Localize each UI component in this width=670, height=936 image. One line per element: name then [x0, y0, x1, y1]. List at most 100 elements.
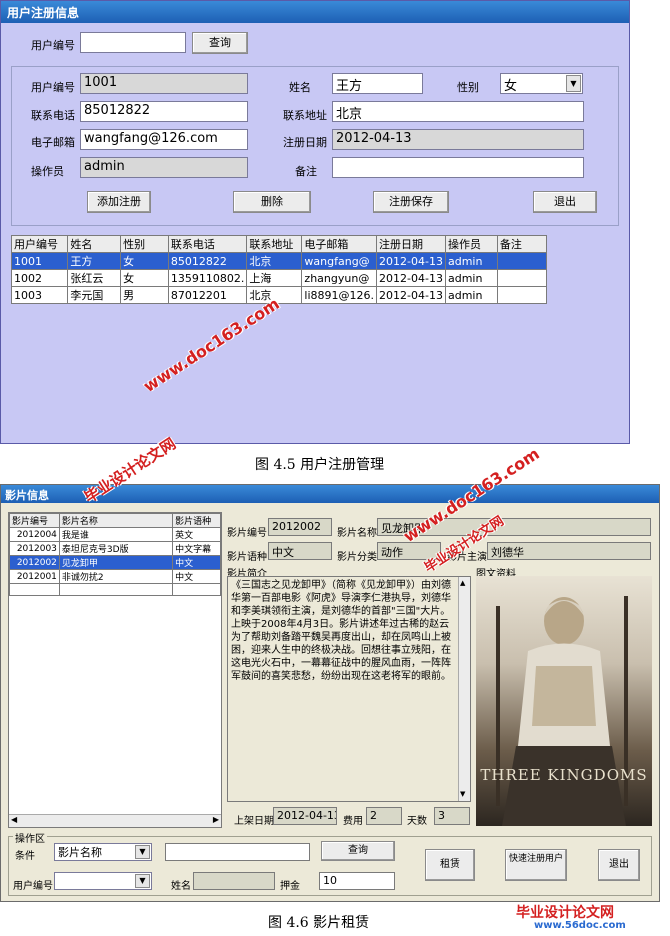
lead-actor-field[interactable]: 刘德华 [487, 542, 651, 560]
list-cell: 2012002 [9, 555, 60, 570]
user-id-select[interactable]: ▼ [54, 872, 152, 890]
gender-select[interactable]: 女 ▼ [500, 73, 583, 94]
column-header[interactable]: 影片编号 [9, 513, 60, 528]
column-header[interactable]: 性别 [120, 235, 169, 253]
fee-field[interactable]: 2 [366, 807, 402, 825]
list-cell: 2012001 [9, 569, 60, 584]
column-header[interactable]: 影片语种 [172, 513, 221, 528]
search-user-id-input[interactable] [80, 32, 186, 53]
column-header[interactable]: 备注 [496, 235, 548, 253]
column-header[interactable]: 影片名称 [58, 513, 174, 528]
language-field[interactable]: 中文 [268, 542, 332, 560]
logo-url: www.56doc.com [534, 920, 626, 931]
list-cell: 泰坦尼克号3D版 [58, 541, 174, 556]
name-field[interactable]: 王方 [332, 73, 423, 94]
regdate-label: 注册日期 [283, 136, 327, 149]
horizontal-scrollbar[interactable]: ◀ ▶ [9, 814, 221, 827]
condition-select[interactable]: 影片名称 ▼ [54, 843, 152, 861]
table-row[interactable]: 1002 张红云女 1359110802. 上海 zhangyun@ 2012-04-13… [10, 269, 548, 287]
name-field[interactable] [193, 872, 275, 890]
column-header[interactable]: 操作员 [444, 235, 498, 253]
intro-textarea[interactable]: 《三国志之见龙卸甲》（简称《见龙卸甲》）由刘德华第一百部电影《阿虎》导演李仁港执… [227, 576, 471, 802]
scroll-left-icon[interactable]: ◀ [11, 815, 17, 824]
movie-poster-image: THREE KINGDOMS [476, 576, 652, 826]
gender-label: 性别 [457, 81, 479, 94]
user-id-field[interactable]: 1001 [80, 73, 248, 94]
search-button[interactable]: 查询 [192, 32, 248, 54]
scroll-up-icon[interactable]: ▲ [460, 577, 465, 590]
rent-button[interactable]: 租赁 [425, 849, 475, 881]
vertical-scrollbar[interactable]: ▲ ▼ [458, 577, 470, 801]
list-cell: 中文字幕 [172, 541, 221, 556]
table-cell: wangfang@ [301, 252, 378, 270]
column-header[interactable]: 联系电话 [167, 235, 248, 253]
condition-input[interactable] [165, 843, 310, 861]
delete-button[interactable]: 删除 [233, 191, 311, 213]
table-cell: admin [444, 269, 498, 287]
table-cell: 87012201 [167, 286, 248, 304]
list-item-empty[interactable] [9, 583, 221, 596]
condition-value: 影片名称 [58, 846, 102, 859]
column-header[interactable]: 联系地址 [246, 235, 303, 253]
days-field[interactable]: 3 [434, 807, 470, 825]
film-rental-window: 影片信息 影片编号 影片名称 影片语种 2012004 我是谁 英文 2012003 泰坦尼… [0, 484, 660, 902]
user-id-label: 用户编号 [31, 81, 75, 94]
chevron-down-icon[interactable]: ▼ [135, 874, 150, 888]
deposit-field[interactable]: 10 [319, 872, 395, 890]
email-field[interactable]: wangfang@126.com [80, 129, 248, 150]
table-cell: 1003 [10, 286, 69, 304]
list-item[interactable]: 2012002 见龙卸甲 中文 [9, 555, 221, 570]
column-header[interactable]: 用户编号 [10, 235, 69, 253]
search-user-id-label: 用户编号 [31, 39, 75, 52]
table-row[interactable]: 1001 王方女 85012822 北京 wangfang@ 2012-04-13 admi… [10, 252, 548, 270]
scroll-right-icon[interactable]: ▶ [213, 815, 219, 824]
operator-field[interactable]: admin [80, 157, 248, 178]
film-list-panel[interactable]: 影片编号 影片名称 影片语种 2012004 我是谁 英文 2012003 泰坦尼克号3D版… [8, 512, 222, 828]
shelf-date-label: 上架日期 [234, 816, 274, 827]
user-table[interactable]: 用户编号 姓名 性别 联系电话 联系地址 电子邮箱 注册日期 操作员 备注 1001 王方女 850… [10, 235, 548, 304]
film-id-field[interactable]: 2012002 [268, 518, 332, 536]
save-registration-button[interactable]: 注册保存 [373, 191, 449, 213]
query-button[interactable]: 查询 [321, 841, 395, 861]
shelf-date-field[interactable]: 2012-04-13 [273, 807, 337, 825]
caption-4-5: 图 4.5 用户注册管理 [255, 457, 385, 473]
note-field[interactable] [332, 157, 584, 178]
film-list-table[interactable]: 影片编号 影片名称 影片语种 2012004 我是谁 英文 2012003 泰坦尼克号3D版… [9, 513, 221, 596]
table-cell: 1002 [10, 269, 69, 287]
window-title: 用户注册信息 [1, 1, 629, 23]
table-cell: li8891@126. [301, 286, 378, 304]
film-name-label: 影片名称 [337, 528, 377, 539]
list-item[interactable]: 2012001 非诚勿扰2 中文 [9, 569, 221, 584]
language-label: 影片语种 [227, 552, 267, 563]
table-header: 用户编号 姓名 性别 联系电话 联系地址 电子邮箱 注册日期 操作员 备注 [10, 235, 548, 253]
gender-value: 女 [504, 79, 518, 94]
table-cell: 1359110802. [167, 269, 248, 287]
list-cell: 见龙卸甲 [58, 555, 174, 570]
deposit-label: 押金 [280, 881, 300, 892]
operations-group-label: 操作区 [13, 830, 47, 845]
chevron-down-icon[interactable]: ▼ [566, 75, 581, 92]
address-label: 联系地址 [283, 109, 327, 122]
column-header[interactable]: 姓名 [67, 235, 122, 253]
quick-register-button[interactable]: 快速注册用户 [505, 849, 567, 881]
regdate-field[interactable]: 2012-04-13 [332, 129, 584, 150]
table-cell [496, 269, 548, 287]
phone-field[interactable]: 85012822 [80, 101, 248, 122]
table-row[interactable]: 1003 李元国男 87012201 北京 li8891@126. 2012-04-13 a… [10, 286, 548, 304]
add-registration-button[interactable]: 添加注册 [87, 191, 151, 213]
column-header[interactable]: 注册日期 [376, 235, 446, 253]
list-item[interactable]: 2012004 我是谁 英文 [9, 527, 221, 542]
address-field[interactable]: 北京 [332, 101, 584, 122]
chevron-down-icon[interactable]: ▼ [135, 845, 150, 859]
exit-button[interactable]: 退出 [533, 191, 597, 213]
table-cell: 2012-04-13 [376, 252, 446, 270]
site-logo: 毕业设计论文网 www.56doc.com [508, 902, 660, 934]
list-cell: 中文 [172, 569, 221, 584]
column-header[interactable]: 电子邮箱 [301, 235, 378, 253]
user-id-label: 用户编号 [13, 881, 53, 892]
exit-button[interactable]: 退出 [598, 849, 640, 881]
scroll-down-icon[interactable]: ▼ [460, 788, 465, 801]
list-cell: 中文 [172, 555, 221, 570]
list-item[interactable]: 2012003 泰坦尼克号3D版 中文字幕 [9, 541, 221, 556]
email-label: 电子邮箱 [31, 136, 75, 149]
